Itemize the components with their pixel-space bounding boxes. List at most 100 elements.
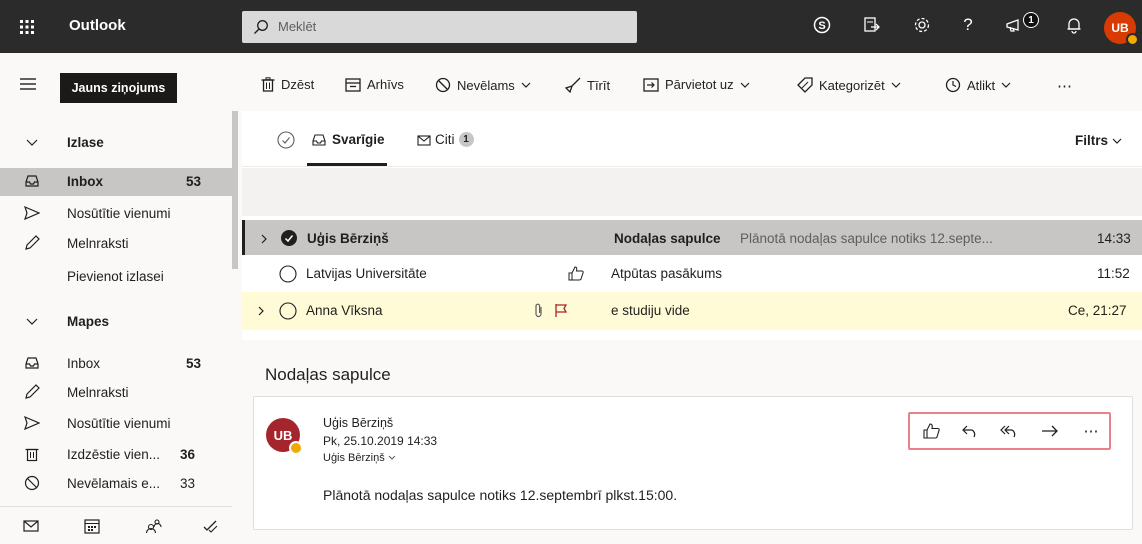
reading-date: Pk, 25.10.2019 14:33 [323, 434, 438, 448]
delete-button[interactable]: Dzēst [261, 77, 314, 92]
my-day-icon[interactable] [860, 13, 884, 37]
reply-icon [962, 425, 976, 438]
sidebar-item-deleted[interactable]: Izdzēstie vien... 36 [0, 441, 232, 469]
inbox-tabs: Svarīgie Citi 1 Filtrs [242, 111, 1142, 167]
sidebar-item-sent[interactable]: Nosūtītie vienumi [0, 410, 232, 438]
more-actions-button[interactable]: ⋯ [1080, 422, 1102, 440]
move-folder-icon [643, 77, 659, 92]
categorize-button[interactable]: Kategorizēt [797, 77, 901, 93]
sweep-label: Tīrīt [587, 77, 611, 93]
reading-recipients[interactable]: Uģis Bērziņš [323, 452, 396, 464]
clock-icon [945, 77, 961, 93]
chevron-down-icon [1001, 82, 1011, 88]
skype-icon[interactable]: S [810, 13, 834, 37]
select-circle-icon[interactable] [279, 265, 297, 283]
send-icon [24, 205, 40, 221]
new-message-button[interactable]: Jauns ziņojums [60, 73, 177, 103]
filter-button[interactable]: Filtrs [1075, 133, 1122, 148]
trash-icon [25, 448, 39, 462]
chevron-down-icon [740, 82, 750, 88]
inbox-icon [25, 357, 39, 369]
gear-icon[interactable] [910, 13, 934, 37]
sidebar-item-drafts[interactable]: Melnraksti [0, 379, 232, 407]
sidebar-item-label: Izdzēstie vien... [67, 447, 161, 462]
chevron-down-icon [26, 318, 38, 325]
tab-focused[interactable]: Svarīgie [312, 132, 385, 147]
unread-count: 53 [186, 174, 202, 189]
favorites-header[interactable]: Izlase [0, 129, 232, 157]
search-placeholder: Meklēt [278, 19, 317, 34]
sender-avatar[interactable]: UB [266, 418, 303, 455]
sidebar-item-inbox-favorite[interactable]: Inbox 53 [0, 168, 232, 196]
sidebar-item-junk[interactable]: Nevēlamais e... 33 [0, 470, 232, 498]
message-sender: Latvijas Universitāte [306, 266, 427, 281]
unread-count: 36 [180, 447, 196, 462]
command-bar: Jauns ziņojums Dzēst Arhīvs Nevēlams Tīr… [0, 53, 1142, 111]
message-subject: Nodaļas sapulce [614, 231, 721, 246]
delete-label: Dzēst [281, 77, 315, 92]
presence-away-icon [289, 441, 303, 455]
folders-header[interactable]: Mapes [0, 308, 232, 336]
message-sender: Anna Vīksna [306, 303, 383, 318]
checked-circle-icon[interactable] [280, 229, 298, 247]
move-to-label: Pārvietot uz [665, 77, 734, 92]
sidebar-item-sent-favorite[interactable]: Nosūtītie vienumi [0, 200, 232, 228]
pencil-icon [25, 235, 40, 250]
calendar-icon[interactable] [84, 518, 100, 534]
help-icon[interactable]: ? [956, 13, 980, 37]
sidebar-item-drafts-favorite[interactable]: Melnraksti [0, 230, 232, 258]
chevron-right-icon[interactable] [258, 306, 264, 316]
active-tab-indicator [307, 163, 387, 166]
svg-text:S: S [818, 20, 825, 32]
select-circle-icon[interactable] [279, 302, 297, 320]
mail-icon[interactable] [23, 520, 39, 532]
block-icon [24, 475, 40, 491]
sidebar-scrollbar[interactable] [232, 111, 238, 269]
flag-icon[interactable] [554, 303, 568, 318]
sidebar-item-label: Nosūtītie vienumi [67, 206, 171, 221]
like-icon[interactable] [568, 266, 584, 281]
forward-button[interactable] [1039, 422, 1061, 440]
message-row[interactable]: Anna Vīksna e studiju vide Ce, 21:27 [242, 292, 1142, 330]
sidebar-item-inbox[interactable]: Inbox 53 [0, 350, 232, 378]
tasks-icon[interactable] [202, 518, 218, 534]
people-icon[interactable] [145, 518, 163, 534]
reply-button[interactable] [959, 422, 981, 440]
select-all-checkbox[interactable] [277, 131, 295, 149]
hamburger-menu-icon[interactable] [20, 78, 36, 90]
inbox-icon [25, 175, 39, 187]
list-spacer [242, 168, 1142, 216]
sweep-button[interactable]: Tīrīt [565, 77, 610, 93]
sidebar-item-label: Nosūtītie vienumi [67, 416, 171, 431]
module-switcher [0, 506, 232, 544]
avatar-initials: UB [273, 427, 293, 443]
search-icon [254, 20, 268, 34]
bell-icon[interactable] [1062, 13, 1086, 37]
message-row[interactable]: Latvijas Universitāte Atpūtas pasākums 1… [242, 255, 1142, 293]
chevron-right-icon[interactable] [261, 234, 267, 244]
snooze-button[interactable]: Atlikt [945, 77, 1011, 93]
app-launcher-icon[interactable] [0, 0, 53, 53]
forward-arrow-icon [1042, 425, 1058, 437]
more-commands-button[interactable]: ⋯ [1057, 77, 1072, 95]
add-favorite-link[interactable]: Pievienot izlasei [0, 263, 232, 291]
tab-other-count-badge: 1 [458, 132, 474, 147]
message-row[interactable]: Uģis Bērziņš Nodaļas sapulce Plānotā nod… [242, 220, 1142, 258]
filter-label: Filtrs [1075, 133, 1109, 148]
folders-header-label: Mapes [67, 314, 110, 329]
chevron-down-icon [26, 139, 38, 146]
archive-button[interactable]: Arhīvs [345, 77, 404, 92]
like-button[interactable] [920, 422, 942, 440]
tab-other[interactable]: Citi 1 [417, 132, 474, 147]
junk-button[interactable]: Nevēlams [435, 77, 531, 93]
app-name[interactable]: Outlook [69, 17, 126, 34]
reply-all-button[interactable] [998, 422, 1020, 440]
reply-all-icon [1000, 425, 1016, 438]
message-time: Ce, 21:27 [1068, 303, 1127, 318]
reading-sender[interactable]: Uģis Bērziņš [323, 416, 393, 430]
search-input[interactable]: Meklēt [242, 11, 637, 43]
move-to-button[interactable]: Pārvietot uz [643, 77, 750, 92]
snooze-label: Atlikt [967, 77, 996, 93]
chevron-down-icon [891, 82, 901, 88]
user-avatar[interactable]: UB [1104, 12, 1139, 46]
